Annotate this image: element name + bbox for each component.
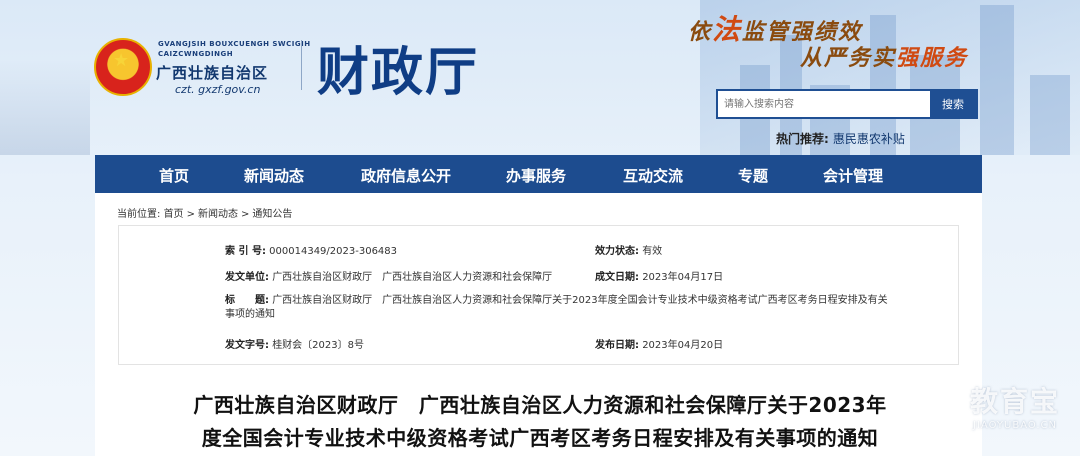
document-metadata-panel: 索 引 号: 000014349/2023-306483 效力状态: 有效 发文…: [118, 225, 959, 365]
watermark-en: JIAOYUBAO.CN: [973, 420, 1057, 431]
gov-name-zhuang-2: CAIZCWNGDINGH: [158, 50, 234, 58]
nav-item-home[interactable]: 首页: [159, 165, 189, 186]
search-input[interactable]: [718, 91, 930, 117]
search-bar: 搜索: [716, 89, 978, 119]
nav-item-topics[interactable]: 专题: [738, 165, 768, 186]
search-button[interactable]: 搜索: [930, 91, 976, 117]
watermark: 教育宝 JIAOYUBAO.CN: [970, 380, 1060, 431]
hot-recommend: 热门推荐: 惠民惠农补贴: [776, 130, 905, 147]
nav-item-news[interactable]: 新闻动态: [244, 165, 304, 186]
department-title[interactable]: 财政厅: [317, 30, 479, 105]
meta-publish-date: 发布日期: 2023年04月20日: [595, 340, 724, 351]
meta-issuer: 发文单位: 广西壮族自治区财政厅 广西壮族自治区人力资源和社会保障厅: [225, 272, 553, 283]
meta-index: 索 引 号: 000014349/2023-306483: [225, 246, 398, 257]
breadcrumb-prefix: 当前位置:: [117, 209, 161, 220]
hot-recommend-label: 热门推荐:: [776, 132, 829, 146]
gov-name-chinese: 广西壮族自治区: [156, 64, 269, 82]
meta-status: 效力状态: 有效: [595, 246, 663, 257]
header-divider: [301, 40, 302, 90]
meta-doc-number: 发文字号: 桂财会〔2023〕8号: [225, 340, 364, 351]
article-title: 广西壮族自治区财政厅 广西壮族自治区人力资源和社会保障厅关于2023年 度全国会…: [125, 389, 955, 455]
meta-date: 成文日期: 2023年04月17日: [595, 272, 724, 283]
breadcrumb-notices[interactable]: 通知公告: [252, 209, 292, 220]
nav-item-services[interactable]: 办事服务: [506, 165, 566, 186]
site-header: ★ GVANGJSIH BOUXCUENGH SWCIGIH CAIZCWNGD…: [0, 0, 1080, 155]
article-title-line-2: 度全国会计专业技术中级资格考试广西考区考务日程安排及有关事项的通知: [201, 426, 879, 450]
breadcrumb-home[interactable]: 首页: [164, 209, 184, 220]
breadcrumb: 当前位置: 首页 > 新闻动态 > 通知公告: [117, 209, 293, 220]
slogan-line-2: 从严务实强服务: [800, 45, 969, 71]
main-nav: 首页 新闻动态 政府信息公开 办事服务 互动交流 专题 会计管理: [95, 155, 982, 193]
breadcrumb-news[interactable]: 新闻动态: [198, 209, 238, 220]
nav-item-interaction[interactable]: 互动交流: [623, 165, 683, 186]
nav-item-accounting[interactable]: 会计管理: [823, 165, 883, 186]
gov-name-zhuang-1: GVANGJSIH BOUXCUENGH SWCIGIH: [158, 40, 311, 48]
nav-item-gov-info[interactable]: 政府信息公开: [361, 165, 451, 186]
city-background-left: [0, 60, 90, 155]
national-emblem-icon[interactable]: ★: [94, 38, 152, 96]
hot-recommend-link[interactable]: 惠民惠农补贴: [833, 132, 905, 146]
article-title-line-1: 广西壮族自治区财政厅 广西壮族自治区人力资源和社会保障厅关于2023年: [193, 393, 887, 417]
meta-title: 标 题: 广西壮族自治区财政厅 广西壮族自治区人力资源和社会保障厅关于2023年…: [225, 295, 888, 320]
site-url: czt. gxzf.gov.cn: [175, 83, 261, 96]
watermark-cn: 教育宝: [969, 385, 1060, 418]
content-area: 当前位置: 首页 > 新闻动态 > 通知公告 索 引 号: 000014349/2023…: [95, 193, 982, 456]
